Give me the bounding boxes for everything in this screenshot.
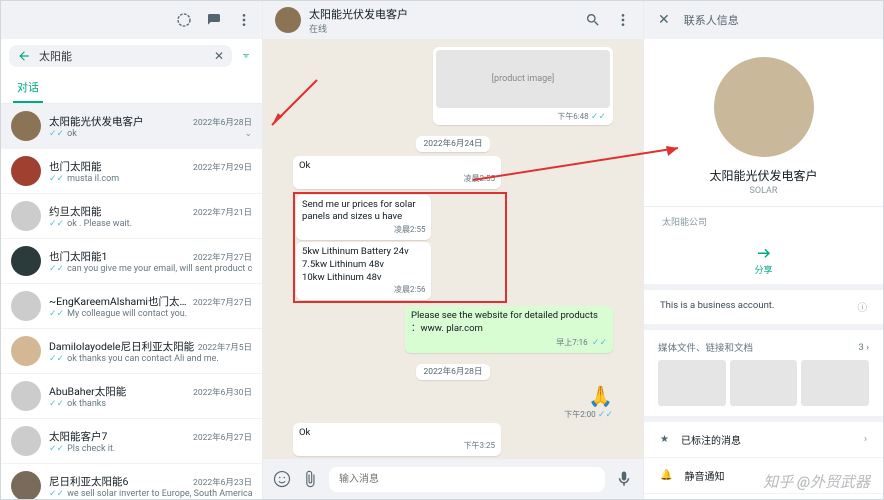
starred-row[interactable]: ★ 已标注的消息 › (644, 422, 883, 458)
tab-row: 对话 (1, 73, 262, 104)
chat-name: ~EngKareemAlshami也门太阳能 (49, 294, 193, 309)
msg-in[interactable]: 5kw Lithinum Battery 24v 7.5kw Lithinum … (296, 242, 431, 300)
search-bar: ✕ (1, 39, 262, 73)
chat-item[interactable]: 太阳能光伏发电客户 2022年6月28日 ✓✓ok⌄ (1, 104, 262, 149)
msg-in[interactable]: Send me ur prices for solar panels and s… (296, 195, 431, 240)
close-icon[interactable]: ✕ (658, 12, 670, 28)
chat-date: 2022年6月30日 (193, 386, 252, 398)
media-section[interactable]: 媒体文件、链接和文档 3 › (644, 330, 883, 422)
chat-item[interactable]: 约旦太阳能 2022年7月21日 ✓✓ok . Please wait. (1, 194, 262, 239)
chat-date: 2022年7月27日 (193, 251, 252, 263)
avatar (11, 381, 41, 411)
chat-date: 2022年7月21日 (193, 206, 252, 218)
center-panel: 太阳能光伏发电客户 在线 [product image] 下午6:48 ✓✓ 2… (263, 1, 643, 499)
chat-header-avatar[interactable] (275, 7, 301, 33)
avatar (11, 336, 41, 366)
chat-preview: ✓✓ok . Please wait. (49, 219, 252, 229)
avatar (11, 201, 41, 231)
left-panel: ✕ 对话 太阳能光伏发电客户 2022年6月28日 ✓✓ok⌄ 也门太阳能 2022… (1, 1, 263, 499)
chat-preview: ✓✓My colleague will contact you. (49, 309, 252, 319)
chat-name: Damilolayodele尼日利亚太阳能 (49, 339, 194, 354)
search-input[interactable] (39, 50, 206, 63)
chat-header-status: 在线 (309, 22, 577, 35)
message-input[interactable] (329, 467, 605, 492)
chat-date: 2022年7月29日 (193, 161, 252, 173)
date-chip: 2022年6月28日 (293, 359, 613, 378)
attach-icon[interactable] (301, 470, 319, 488)
avatar (11, 246, 41, 276)
image-message[interactable]: [product image] 下午6:48 ✓✓ (433, 47, 613, 125)
media-thumb[interactable] (730, 360, 798, 406)
share-icon (755, 242, 773, 260)
new-chat-icon[interactable] (206, 12, 222, 28)
emoji-icon[interactable] (273, 470, 291, 488)
chat-item[interactable]: AbuBaher太阳能 2022年6月30日 ✓✓ok thanks (1, 374, 262, 419)
chat-preview: ✓✓can you give me your email, will sent … (49, 264, 252, 274)
profile-section: 太阳能光伏发电客户 SOLAR (644, 39, 883, 207)
chat-date: 2022年6月27日 (193, 431, 252, 443)
emoji-msg[interactable]: 🙏下午2:00 ✓✓ (405, 384, 613, 420)
media-thumb[interactable] (801, 360, 869, 406)
messages: [product image] 下午6:48 ✓✓ 2022年6月24日 Ok凌… (263, 39, 643, 459)
filter-icon[interactable] (238, 48, 254, 64)
avatar (11, 426, 41, 456)
chat-preview: ✓✓musta il.com (49, 174, 252, 184)
chat-date: 2022年6月28日 (193, 116, 252, 128)
date-chip: 2022年6月24日 (293, 131, 613, 150)
back-arrow-icon[interactable] (17, 49, 31, 63)
mute-row[interactable]: 🔔 静音通知 (644, 458, 883, 494)
highlighted-group: Send me ur prices for solar panels and s… (293, 192, 507, 304)
chat-header-name: 太阳能光伏发电客户 (309, 6, 577, 22)
left-header (1, 1, 262, 39)
chat-item[interactable]: 也门太阳能 2022年7月29日 ✓✓musta il.com (1, 149, 262, 194)
chat-preview: ✓✓Pls check it. (49, 444, 252, 454)
chat-date: 2022年6月23日 (193, 476, 252, 488)
chat-item[interactable]: ~EngKareemAlshami也门太阳能2022年7月27日 ✓✓My co… (1, 284, 262, 329)
tab-conversations[interactable]: 对话 (13, 73, 43, 103)
chat-preview: ✓✓ok thanks (49, 399, 252, 409)
chat-item[interactable]: 太阳能客户7 2022年6月27日 ✓✓Pls check it. (1, 419, 262, 464)
share-row[interactable]: 分享 (644, 234, 883, 290)
avatar (11, 156, 41, 186)
chat-preview: ✓✓we sell solar inverter to Europe, Sout… (49, 489, 252, 499)
msg-in[interactable]: Ok下午3:25 (293, 423, 501, 456)
right-header: ✕ 联系人信息 (644, 1, 883, 39)
chat-header: 太阳能光伏发电客户 在线 (263, 1, 643, 39)
clear-search-icon[interactable]: ✕ (214, 49, 224, 63)
right-panel: ✕ 联系人信息 太阳能光伏发电客户 SOLAR 太阳能公司 分享 This is… (643, 1, 883, 499)
menu-icon[interactable] (615, 12, 631, 28)
menu-icon[interactable] (236, 12, 252, 28)
avatar (11, 111, 41, 141)
chat-preview: ✓✓ok thanks you can contact Ali and me. (49, 354, 252, 364)
chat-date: 2022年7月5日 (198, 341, 252, 353)
chat-date: 2022年7月27日 (193, 296, 252, 308)
profile-name: 太阳能光伏发电客户 (644, 167, 883, 184)
chat-name: 尼日利亚太阳能6 (49, 474, 128, 489)
chat-name: 约旦太阳能 (49, 204, 102, 219)
chat-name: AbuBaher太阳能 (49, 384, 126, 399)
chat-name: 太阳能光伏发电客户 (49, 114, 144, 129)
msg-in[interactable]: Ok凌晨2:55 (293, 156, 501, 189)
chat-item[interactable]: 尼日利亚太阳能6 2022年6月23日 ✓✓we sell solar inver… (1, 464, 262, 499)
chat-name: 也门太阳能1 (49, 249, 107, 264)
chat-item[interactable]: 也门太阳能1 2022年7月27日 ✓✓can you give me your … (1, 239, 262, 284)
mic-icon[interactable] (615, 470, 633, 488)
chat-name: 太阳能客户7 (49, 429, 107, 444)
input-bar (263, 459, 643, 499)
avatar (11, 471, 41, 499)
status-icon[interactable] (176, 12, 192, 28)
panel-title: 联系人信息 (684, 12, 739, 28)
media-thumb[interactable] (658, 360, 726, 406)
chat-list: 太阳能光伏发电客户 2022年6月28日 ✓✓ok⌄ 也门太阳能 2022年7月29… (1, 104, 262, 499)
profile-corp: 太阳能公司 (644, 209, 883, 234)
search-icon[interactable] (585, 12, 601, 28)
msg-out[interactable]: Please see the website for detailed prod… (405, 306, 613, 353)
profile-sub: SOLAR (644, 186, 883, 196)
chat-name: 也门太阳能 (49, 159, 102, 174)
chat-preview: ✓✓ok⌄ (49, 129, 252, 139)
profile-avatar[interactable] (714, 57, 814, 157)
avatar (11, 291, 41, 321)
chat-item[interactable]: Damilolayodele尼日利亚太阳能 2022年7月5日 ✓✓ok than… (1, 329, 262, 374)
business-notice: This is a business account. ⓘ (644, 290, 883, 330)
